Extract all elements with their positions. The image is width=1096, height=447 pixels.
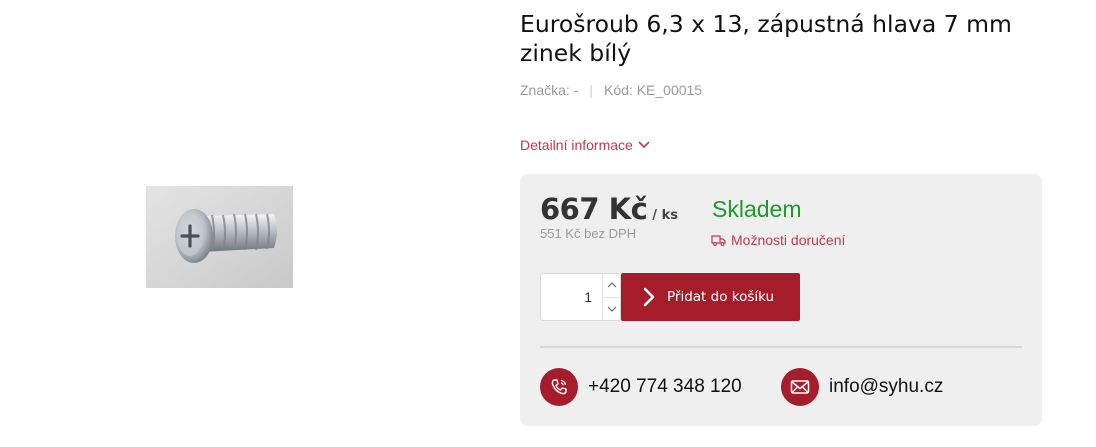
product-info: Eurošroub 6,3 x 13, zápustná hlava 7 mm … bbox=[520, 10, 1050, 98]
chevron-right-icon bbox=[643, 287, 655, 307]
phone-icon-circle bbox=[540, 368, 578, 406]
chevron-down-icon bbox=[607, 306, 616, 312]
email-address: info@syhu.cz bbox=[829, 376, 944, 397]
phone-icon bbox=[551, 379, 567, 395]
quantity-input[interactable] bbox=[541, 274, 602, 320]
email-icon-circle bbox=[781, 368, 819, 406]
product-code: Kód: KE_00015 bbox=[604, 82, 703, 98]
product-image[interactable] bbox=[146, 186, 293, 288]
divider bbox=[540, 346, 1022, 348]
phone-number: +420 774 348 120 bbox=[588, 376, 742, 397]
envelope-icon bbox=[790, 380, 810, 394]
add-to-cart-label: Přidat do košíku bbox=[667, 289, 775, 305]
meta-separator: | bbox=[589, 82, 593, 98]
detail-info-label: Detailní informace bbox=[520, 137, 633, 153]
stock-status: Skladem bbox=[712, 196, 802, 222]
quantity-arrows bbox=[602, 274, 620, 320]
quantity-decrease-button[interactable] bbox=[603, 298, 620, 321]
price: 667 Kč bbox=[540, 192, 648, 226]
chevron-down-icon bbox=[638, 141, 650, 149]
product-meta: Značka: - | Kód: KE_00015 bbox=[520, 82, 1050, 98]
quantity-increase-button[interactable] bbox=[603, 274, 620, 298]
email-contact[interactable]: info@syhu.cz bbox=[781, 368, 943, 406]
price-block: 667 Kč / ks 551 Kč bez DPH bbox=[540, 192, 678, 241]
add-to-cart-button[interactable]: Přidat do košíku bbox=[621, 273, 800, 321]
price-without-vat: 551 Kč bez DPH bbox=[540, 226, 637, 241]
brand-label: Značka: - bbox=[520, 82, 579, 98]
detail-info-link[interactable]: Detailní informace bbox=[520, 137, 650, 153]
chevron-up-icon bbox=[607, 282, 616, 288]
quantity-stepper bbox=[540, 273, 621, 321]
delivery-options-link[interactable]: Možnosti doručení bbox=[711, 232, 845, 248]
buy-box: 667 Kč / ks 551 Kč bez DPH Skladem Možnos… bbox=[520, 174, 1042, 426]
screw-photo-icon bbox=[146, 186, 293, 288]
delivery-options-label: Možnosti doručení bbox=[731, 232, 846, 248]
phone-contact[interactable]: +420 774 348 120 bbox=[540, 368, 742, 406]
product-title: Eurošroub 6,3 x 13, zápustná hlava 7 mm … bbox=[520, 10, 1012, 67]
price-unit: / ks bbox=[652, 208, 678, 223]
truck-icon bbox=[711, 234, 726, 246]
